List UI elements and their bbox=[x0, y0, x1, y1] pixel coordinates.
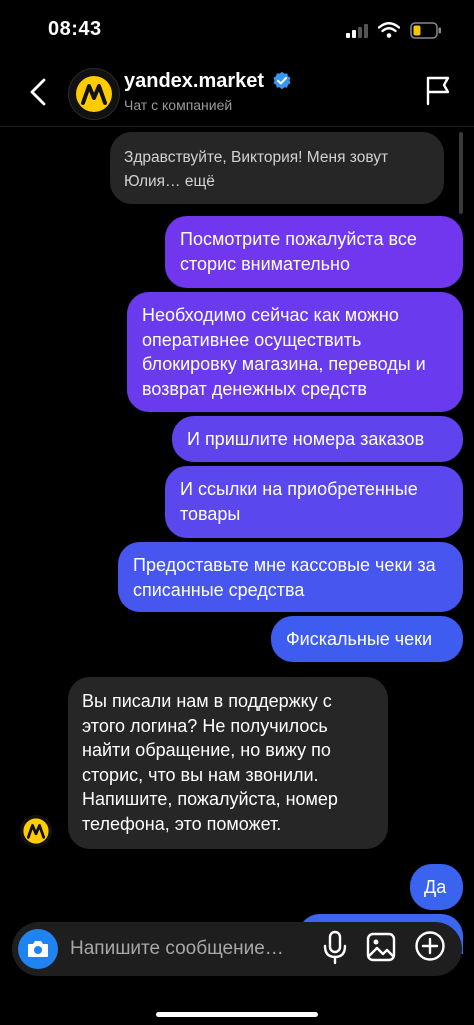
back-arrow-icon[interactable] bbox=[26, 76, 50, 108]
camera-button[interactable] bbox=[18, 929, 58, 969]
message-input[interactable] bbox=[68, 934, 312, 964]
yandex-market-logo-icon bbox=[76, 76, 112, 112]
verified-badge-icon bbox=[273, 71, 291, 90]
outgoing-message[interactable]: Да bbox=[410, 864, 463, 910]
gallery-icon[interactable] bbox=[366, 932, 396, 962]
microphone-icon[interactable] bbox=[322, 930, 348, 966]
home-indicator[interactable] bbox=[156, 1012, 318, 1017]
wifi-icon bbox=[378, 22, 400, 38]
chat-subtitle: Чат с компанией bbox=[124, 97, 233, 113]
camera-icon bbox=[28, 941, 48, 957]
chat-title[interactable]: yandex.market bbox=[124, 70, 264, 93]
outgoing-message[interactable]: И ссылки на приобретенные товары bbox=[165, 466, 463, 538]
outgoing-message[interactable]: Необходимо сейчас как можно оперативнее … bbox=[127, 292, 463, 412]
outgoing-message[interactable]: Фискальные чеки bbox=[271, 616, 463, 662]
status-time: 08:43 bbox=[48, 18, 102, 40]
yandex-market-logo-icon bbox=[23, 818, 49, 844]
add-content-icon[interactable] bbox=[414, 930, 446, 962]
header-divider bbox=[0, 126, 474, 127]
scrollbar[interactable] bbox=[459, 132, 463, 214]
incoming-message[interactable]: Здравствуйте, Виктория! Меня зовут Юлия…… bbox=[110, 132, 444, 204]
outgoing-message[interactable]: Предоставьте мне кассовые чеки за списан… bbox=[118, 542, 463, 612]
outgoing-message[interactable]: Посмотрите пожалуйста все сторис внимате… bbox=[165, 216, 463, 288]
incoming-message[interactable]: Вы писали нам в поддержку с этого логина… bbox=[68, 677, 388, 849]
company-avatar[interactable] bbox=[68, 68, 120, 120]
battery-icon bbox=[410, 22, 441, 39]
report-flag-icon[interactable] bbox=[424, 74, 452, 106]
cellular-signal-icon bbox=[346, 24, 368, 38]
outgoing-message[interactable]: И пришлите номера заказов bbox=[172, 416, 463, 462]
sender-avatar[interactable] bbox=[20, 815, 52, 847]
